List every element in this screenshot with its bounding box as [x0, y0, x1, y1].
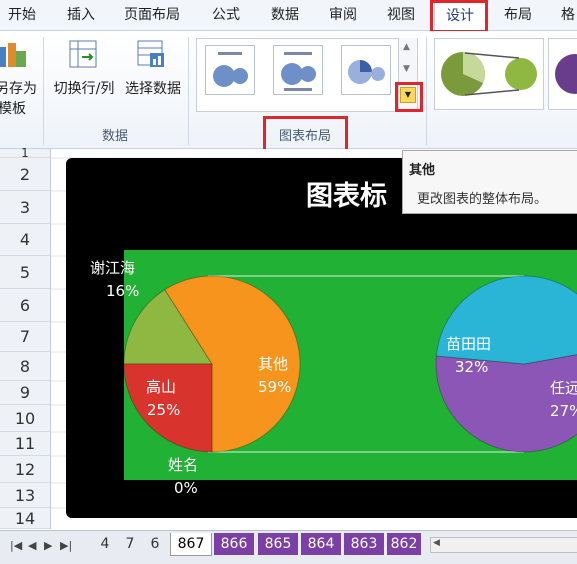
tab-formulas[interactable]: 公式 — [200, 0, 252, 30]
select-data-button[interactable]: 选择数据 — [118, 79, 188, 99]
chart-style-preview-1[interactable] — [434, 38, 544, 110]
data-label-name: 姓名 — [168, 456, 199, 474]
row-header-5[interactable]: 5 — [0, 256, 50, 289]
chart-layout-thumb-2[interactable] — [273, 45, 323, 95]
select-data-icon[interactable] — [136, 39, 166, 69]
ribbon-separator — [426, 37, 427, 145]
save-as-template-label-1[interactable]: 另存为 — [0, 79, 40, 99]
design-tab-highlight — [430, 0, 488, 33]
scroll-left-icon[interactable]: ◀ — [433, 538, 440, 548]
chart-layout-thumb-3[interactable] — [341, 45, 391, 95]
pie-chart-svg — [124, 275, 577, 453]
row-header-10[interactable]: 10 — [0, 405, 50, 432]
data-label-name: 高山 — [146, 378, 177, 396]
tab-insert[interactable]: 插入 — [56, 0, 106, 30]
data-label-pct: 25% — [147, 401, 181, 419]
chart-title[interactable]: 图表标 — [306, 174, 387, 213]
row-header-9[interactable]: 9 — [0, 381, 50, 405]
sheet-tab[interactable]: 866 — [214, 533, 254, 555]
prev-sheet-icon[interactable]: ◀ — [28, 539, 36, 552]
ribbon-separator — [188, 37, 189, 145]
sheet-tab[interactable]: 863 — [344, 533, 384, 555]
data-label-name: 苗田田 — [446, 335, 492, 353]
data-label-pct: 32% — [455, 358, 489, 376]
chart-layout-thumb-1[interactable] — [205, 45, 255, 95]
tab-page-layout[interactable]: 页面布局 — [116, 0, 188, 30]
row-header-1[interactable]: 1 — [0, 147, 50, 159]
row-header-11[interactable]: 11 — [0, 432, 50, 456]
tooltip-description: 更改图表的整体布局。 — [417, 192, 548, 207]
sheet-tab[interactable]: 6 — [145, 533, 165, 555]
switch-row-column-icon[interactable] — [68, 39, 98, 69]
tab-format[interactable]: 格 — [553, 0, 577, 30]
gallery-scroll-up-icon[interactable]: ▲ — [403, 42, 410, 52]
sheet-tab[interactable]: 865 — [258, 533, 298, 555]
row-header-14[interactable]: 14 — [0, 508, 50, 529]
row-header-7[interactable]: 7 — [0, 322, 50, 352]
next-sheet-icon[interactable]: ▶ — [44, 539, 52, 552]
last-sheet-icon[interactable]: ▶| — [60, 539, 72, 552]
sheet-tab[interactable]: 7 — [120, 533, 140, 555]
row-header-12[interactable]: 12 — [0, 456, 50, 483]
save-as-template-label-2[interactable]: 模板 — [0, 99, 32, 119]
tab-view[interactable]: 视图 — [376, 0, 426, 30]
sheet-tab-active[interactable]: 867 — [170, 533, 212, 556]
row-header-4[interactable]: 4 — [0, 224, 50, 256]
data-label-pct: 0% — [174, 479, 198, 497]
row-header-8[interactable]: 8 — [0, 352, 50, 381]
horizontal-scrollbar[interactable]: ◀ — [430, 537, 577, 553]
row-header-3[interactable]: 3 — [0, 191, 50, 224]
row-header-2[interactable]: 2 — [0, 158, 50, 191]
sheet-tab[interactable]: 864 — [301, 533, 341, 555]
chart-plot-area[interactable] — [124, 250, 577, 480]
data-label-name: 任远 — [550, 379, 577, 397]
data-label-name: 其他 — [258, 355, 289, 373]
row-header-13[interactable]: 13 — [0, 483, 50, 508]
data-label-pct: 59% — [258, 378, 292, 396]
chart-style-preview-2[interactable] — [548, 38, 577, 110]
chart-layout-gallery — [196, 38, 418, 112]
data-label-pct: 16% — [106, 282, 140, 300]
tab-home[interactable]: 开始 — [0, 0, 44, 30]
sheet-tab-bar: |◀ ◀ ▶ ▶| 4 7 6 867 866 865 864 863 862 … — [0, 530, 577, 564]
tab-review[interactable]: 审阅 — [318, 0, 368, 30]
tab-layout[interactable]: 布局 — [494, 0, 542, 30]
first-sheet-icon[interactable]: |◀ — [10, 539, 22, 552]
sheet-tab[interactable]: 862 — [387, 533, 421, 555]
chart-layouts-highlight — [263, 116, 348, 152]
gallery-scroll-down-icon[interactable]: ▼ — [403, 64, 410, 74]
tab-data[interactable]: 数据 — [260, 0, 310, 30]
sheet-tab[interactable]: 4 — [95, 533, 115, 555]
tooltip-title: 其他 — [409, 163, 436, 178]
switch-row-column-button[interactable]: 切换行/列 — [48, 79, 120, 99]
ribbon-separator — [43, 37, 44, 145]
more-button-highlight — [395, 82, 423, 112]
data-label-name: 谢江海 — [90, 259, 136, 277]
row-header-6[interactable]: 6 — [0, 289, 50, 322]
data-group-label: 数据 — [101, 129, 128, 144]
ribbon-tab-bar: 开始 插入 页面布局 公式 数据 审阅 视图 设计 布局 格 — [0, 0, 577, 32]
row-headers: 1 2 3 4 5 6 7 8 9 10 11 12 13 14 — [0, 147, 51, 529]
save-as-template-icon[interactable] — [0, 41, 26, 71]
data-label-pct: 27% — [550, 402, 577, 420]
tooltip: 其他 更改图表的整体布局。 — [402, 150, 577, 214]
